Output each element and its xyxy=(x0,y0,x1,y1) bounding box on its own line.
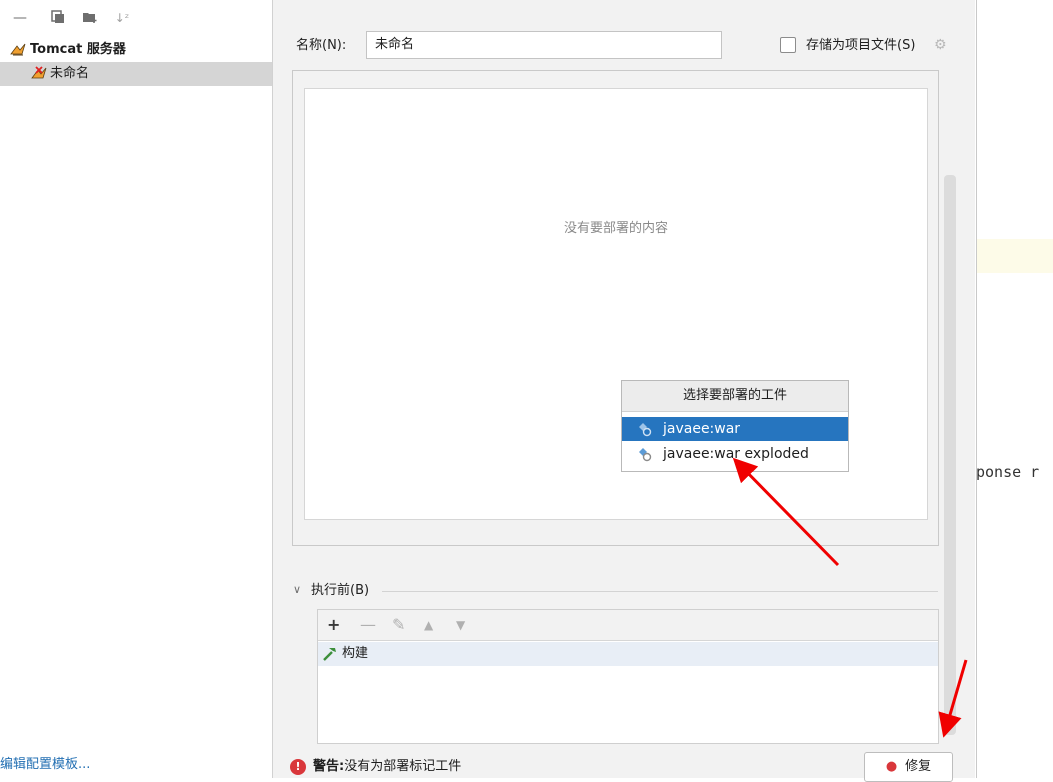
tree-toolbar: — ↓ᶻ xyxy=(0,0,272,36)
background-editor xyxy=(976,0,1053,778)
store-as-project-label[interactable]: 存储为项目文件(S) xyxy=(806,36,915,56)
hammer-icon xyxy=(321,645,339,672)
code-fragment: ponse r xyxy=(976,463,1040,481)
empty-deployment-text: 没有要部署的内容 xyxy=(563,221,668,236)
scrollbar[interactable] xyxy=(944,175,956,735)
before-launch-toolbar: + — ✎ ▲ ▼ xyxy=(318,610,938,641)
chevron-down-icon[interactable]: ∨ xyxy=(293,583,301,596)
before-launch-label[interactable]: 执行前(B) xyxy=(311,581,369,601)
name-label: 名称(N): xyxy=(296,38,347,53)
gear-icon[interactable]: ⚙ xyxy=(934,37,947,53)
artifact-item-war-exploded[interactable]: javaee:war exploded xyxy=(622,442,848,466)
fix-button-label: 修复 xyxy=(905,759,932,774)
tree-item-unnamed[interactable]: 未命名 xyxy=(0,62,272,86)
remove-icon[interactable]: — xyxy=(360,616,376,634)
add-icon[interactable]: + xyxy=(327,616,340,634)
copy-icon[interactable] xyxy=(50,10,66,26)
artifact-icon xyxy=(636,421,652,437)
artifact-item-label: javaee:war exploded xyxy=(663,446,809,462)
warning-text: 没有为部署标记工件 xyxy=(344,759,462,774)
new-folder-icon[interactable] xyxy=(82,10,98,26)
before-launch-task[interactable]: 构建 xyxy=(318,642,938,666)
artifact-popup-title: 选择要部署的工件 xyxy=(622,381,848,412)
tree-group-label: Tomcat 服务器 xyxy=(30,42,126,57)
artifact-icon xyxy=(636,446,652,462)
sort-icon[interactable]: ↓ᶻ xyxy=(114,10,130,26)
tomcat-error-icon xyxy=(30,66,48,91)
task-label: 构建 xyxy=(342,646,369,661)
store-as-project-checkbox[interactable] xyxy=(780,37,796,53)
move-down-icon[interactable]: ▼ xyxy=(456,616,465,634)
artifact-item-war[interactable]: javaee:war xyxy=(622,417,848,441)
warning-message: 警告:没有为部署标记工件 xyxy=(313,757,461,777)
lightbulb-icon: ● xyxy=(885,759,898,774)
move-up-icon[interactable]: ▲ xyxy=(424,616,433,634)
edit-icon[interactable]: ✎ xyxy=(392,616,405,634)
artifact-item-label: javaee:war xyxy=(663,421,741,437)
tree-group-tomcat[interactable]: Tomcat 服务器 xyxy=(0,38,272,62)
name-input[interactable]: 未命名 xyxy=(366,31,722,59)
tree-item-label: 未命名 xyxy=(50,66,90,81)
edit-templates-link[interactable]: 编辑配置模板... xyxy=(0,753,90,772)
configuration-tree-panel xyxy=(0,0,273,778)
warning-icon: ! xyxy=(290,759,306,775)
section-divider xyxy=(382,591,938,592)
warning-prefix: 警告: xyxy=(313,759,345,774)
editor-highlight-line xyxy=(977,239,1053,273)
remove-icon[interactable]: — xyxy=(12,10,28,26)
